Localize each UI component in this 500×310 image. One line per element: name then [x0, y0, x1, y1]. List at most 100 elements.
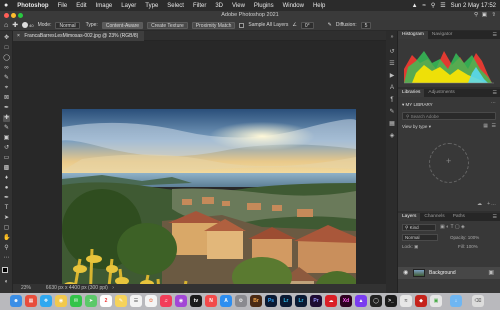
app-store-icon[interactable]: A	[220, 295, 232, 307]
blend-mode-select[interactable]: Normal	[402, 234, 438, 241]
lock-icon[interactable]: ▣	[414, 244, 418, 249]
messages-icon[interactable]: ✉	[70, 295, 82, 307]
chrome-icon[interactable]: ◉	[55, 295, 67, 307]
system-preferences-icon[interactable]: ⚙	[235, 295, 247, 307]
panel-menu-icon[interactable]: ☰	[493, 213, 497, 221]
search-icon[interactable]: ⚲	[431, 2, 435, 9]
wifi-icon[interactable]: ≈	[423, 3, 426, 9]
tab-adjustments[interactable]: Adjustments	[424, 89, 458, 97]
shape-filter-icon[interactable]: ▢	[455, 224, 460, 230]
layer-filter-kind[interactable]: ⚲ Kind	[402, 224, 436, 231]
menu-3d[interactable]: 3D	[215, 3, 223, 9]
crop-tool-icon[interactable]: ⌖	[3, 85, 10, 92]
zoom-level[interactable]: 23%	[21, 285, 31, 291]
spot-healing-brush-icon[interactable]: ✚	[12, 21, 18, 29]
lasso-tool-icon[interactable]: ∞	[3, 65, 10, 72]
menu-edit[interactable]: Edit	[76, 3, 86, 9]
quick-mask-icon[interactable]: ◐	[3, 279, 10, 286]
capture-one-icon[interactable]: ◯	[370, 295, 382, 307]
brush-size-preview[interactable]: 40	[22, 22, 34, 28]
menu-file[interactable]: File	[58, 3, 68, 9]
launchpad-icon[interactable]: ▦	[25, 295, 37, 307]
notes-icon[interactable]: ✎	[115, 295, 127, 307]
premiere-icon[interactable]: Pr	[310, 295, 322, 307]
chevron-right-icon[interactable]: ›	[112, 285, 114, 291]
adjustment-filter-icon[interactable]: ◐	[446, 224, 449, 230]
trash-icon[interactable]: ⌫	[472, 295, 484, 307]
tab-layers[interactable]: Layers	[398, 213, 421, 221]
eyedropper-tool-icon[interactable]: ✒	[3, 105, 10, 112]
clone-stamp-tool-icon[interactable]: ▣	[3, 135, 10, 142]
type-filter-icon[interactable]: T	[450, 224, 453, 230]
menubar-clock[interactable]: Sun 2 May 17:52	[451, 3, 496, 9]
mode-select[interactable]: Normal	[55, 21, 80, 29]
properties-icon[interactable]: ☰	[389, 61, 395, 67]
news-icon[interactable]: N	[205, 295, 217, 307]
marquee-tool-icon[interactable]: ◯	[3, 55, 10, 62]
tab-navigator[interactable]: Navigator	[428, 31, 457, 39]
add-library-icon[interactable]: +	[487, 201, 490, 207]
move-tool-icon[interactable]: ✥	[3, 35, 10, 42]
glyphs-icon[interactable]: ◈	[389, 133, 395, 139]
panel-menu-icon[interactable]: ☰	[493, 31, 497, 39]
gradient-tool-icon[interactable]: ▩	[3, 165, 10, 172]
acrobat-icon[interactable]: ◆	[415, 295, 427, 307]
search-icon[interactable]: ⚲	[474, 11, 478, 20]
canvas-area[interactable]	[13, 41, 386, 305]
sample-all-layers-checkbox[interactable]	[239, 22, 245, 28]
pixel-filter-icon[interactable]: ▣	[440, 224, 445, 230]
menu-view[interactable]: View	[232, 3, 245, 9]
podcasts-icon[interactable]: ◉	[175, 295, 187, 307]
menu-window[interactable]: Window	[283, 3, 304, 9]
actions-icon[interactable]: ▶	[389, 73, 395, 79]
add-content-icon[interactable]: +	[446, 157, 451, 166]
swatches-icon[interactable]: ▦	[389, 121, 395, 127]
lightroom-icon[interactable]: Lr	[295, 295, 307, 307]
pressure-icon[interactable]: ✎	[328, 22, 332, 28]
tab-histogram[interactable]: Histogram	[398, 31, 428, 39]
zoom-tool-icon[interactable]: ⚲	[3, 245, 10, 252]
photos-icon[interactable]: ✿	[145, 295, 157, 307]
lightroom-classic-icon[interactable]: Lr	[280, 295, 292, 307]
menu-filter[interactable]: Filter	[193, 3, 206, 9]
angle-field[interactable]: 0°	[300, 21, 314, 29]
rectangle-tool-icon[interactable]: ▢	[3, 225, 10, 232]
opacity-control[interactable]: Opacity: 100%	[450, 235, 479, 240]
frame-tool-icon[interactable]: ⊠	[3, 95, 10, 102]
layer-row[interactable]: ◉ Background ▣	[398, 267, 500, 279]
angle-icon[interactable]: ∠	[292, 22, 296, 28]
list-view-icon[interactable]: ☰	[492, 123, 496, 129]
workspace-icon[interactable]: ▣	[482, 11, 487, 20]
history-icon[interactable]: ↺	[389, 49, 395, 55]
music-icon[interactable]: ♫	[160, 295, 172, 307]
zoom-window-button[interactable]	[18, 13, 23, 18]
smart-object-filter-icon[interactable]: ◈	[461, 224, 465, 230]
apple-icon[interactable]: ●	[4, 2, 8, 9]
control-center-icon[interactable]: ☰	[440, 2, 445, 9]
menu-app-name[interactable]: Photoshop	[17, 3, 48, 9]
document-image[interactable]	[62, 109, 356, 305]
content-aware-button[interactable]: Content-Aware	[101, 21, 144, 29]
healing-brush-tool-icon[interactable]: ✚	[3, 115, 10, 122]
history-brush-tool-icon[interactable]: ↺	[3, 145, 10, 152]
collapse-icon[interactable]: »	[389, 34, 395, 40]
artboard-tool-icon[interactable]: □	[3, 45, 10, 52]
menu-type[interactable]: Type	[145, 3, 158, 9]
visibility-eye-icon[interactable]: ◉	[403, 270, 408, 276]
affinity-icon[interactable]: ▲	[355, 295, 367, 307]
document-info[interactable]: 6630 px x 4400 px (300 ppi)	[46, 285, 108, 291]
activity-monitor-icon[interactable]: ≈	[400, 295, 412, 307]
document-tab[interactable]: × FrancaBarresLesMimosas-002.jpg @ 23% (…	[13, 31, 145, 41]
terminal-icon[interactable]: >_	[385, 295, 397, 307]
reminders-icon[interactable]: ☰	[130, 295, 142, 307]
preview-icon[interactable]: ▣	[430, 295, 442, 307]
menu-plugins[interactable]: Plugins	[254, 3, 274, 9]
tab-channels[interactable]: Channels	[420, 213, 448, 221]
tab-paths[interactable]: Paths	[449, 213, 469, 221]
creative-cloud-icon[interactable]: ☁	[325, 295, 337, 307]
path-selection-tool-icon[interactable]: ➤	[3, 215, 10, 222]
tv-icon[interactable]: tv	[190, 295, 202, 307]
finder-icon[interactable]: ☻	[10, 295, 22, 307]
object-selection-tool-icon[interactable]: ✎	[3, 75, 10, 82]
menu-layer[interactable]: Layer	[121, 3, 136, 9]
